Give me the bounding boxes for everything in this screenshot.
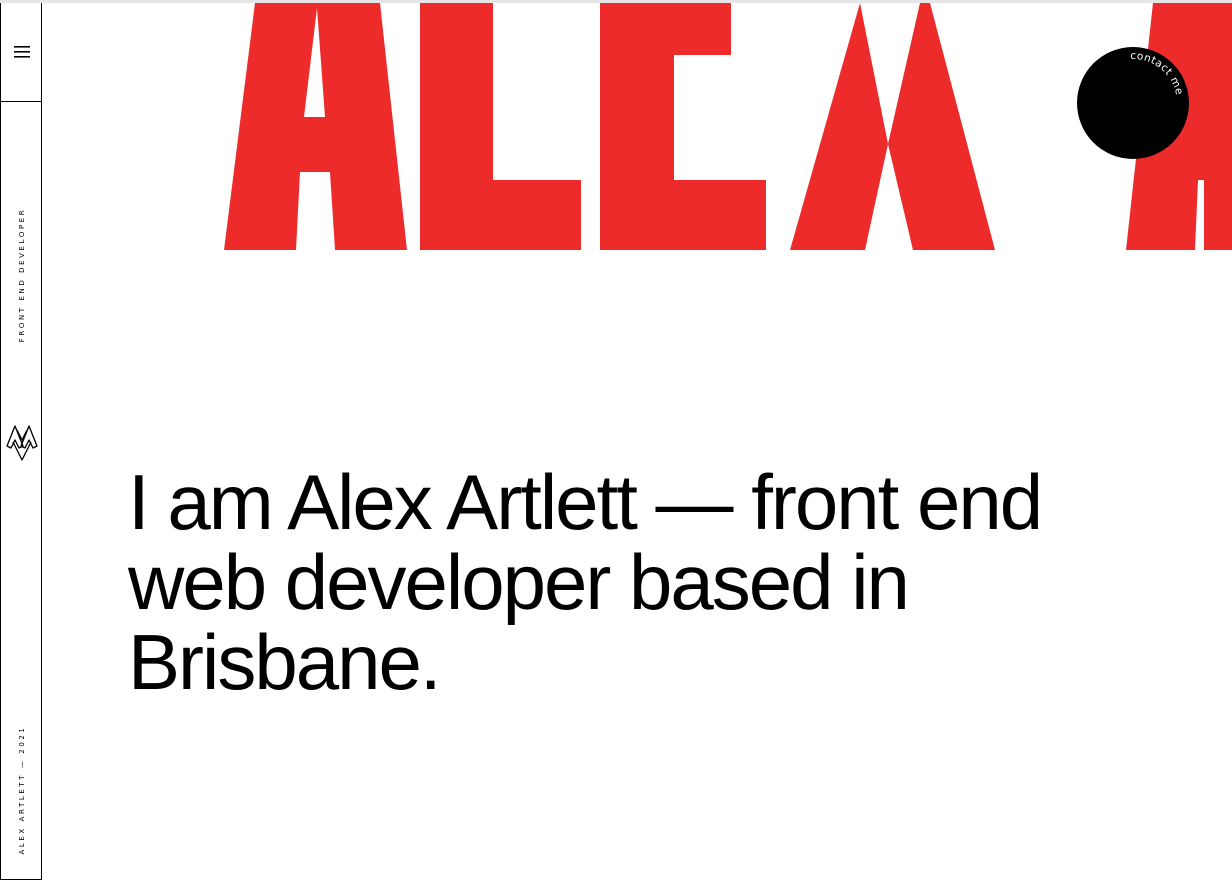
hero-letter-l [420,3,581,250]
hero-headline-art [224,3,1232,250]
menu-button[interactable] [1,3,42,102]
svg-text:contact me: contact me [1130,50,1185,96]
hero-letter-e [600,3,766,250]
role-label: FRONT END DEVELOPER [18,207,26,343]
hero-letter-x [790,3,995,250]
contact-button[interactable]: contact me [1077,47,1189,159]
sidebar: FRONT END DEVELOPER ALEX ARTLETT — 2021 [0,3,42,880]
aa-monogram-icon[interactable] [5,422,39,464]
hero-headline [0,0,1232,252]
hero-letter-a [224,3,407,250]
hamburger-icon [13,46,30,58]
footer-label: ALEX ARTLETT — 2021 [18,725,26,855]
contact-label: contact me [1130,50,1185,96]
intro-heading: I am Alex Artlett — front end web develo… [128,458,1043,706]
